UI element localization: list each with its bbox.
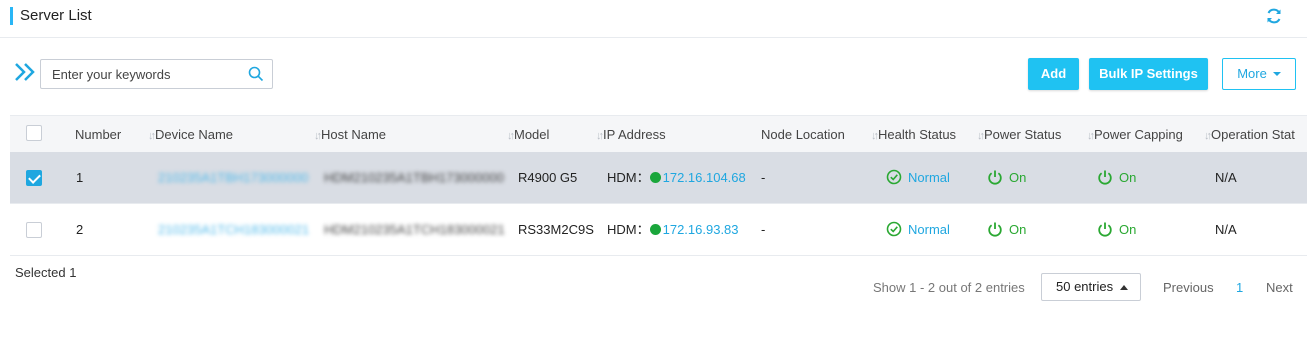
device-name-link[interactable]: 210235A1TBH173000000 [158, 152, 308, 204]
health-status: Normal [886, 204, 950, 256]
search-box [40, 59, 273, 89]
host-name: HDM210235A1TCH183000021 [324, 222, 505, 237]
expand-double-chevron-icon[interactable] [13, 62, 37, 82]
table-header: Number ↓↑ Device Name ↓↑ Host Name ↓↑ Model… [10, 115, 1307, 152]
ip-online-dot [649, 224, 661, 235]
bulk-ip-settings-button[interactable]: Bulk IP Settings [1089, 58, 1208, 90]
sort-icon: ↓↑ [596, 130, 604, 142]
title-accent-bar [10, 7, 13, 25]
sort-icon: ↓↑ [1204, 130, 1212, 142]
sort-icon: ↓↑ [977, 130, 985, 142]
ip-address-link[interactable]: 172.16.104.68 [663, 170, 746, 185]
column-header-node-location: Node Location [761, 127, 845, 142]
row-number: 1 [76, 170, 84, 185]
add-button[interactable]: Add [1028, 58, 1079, 90]
page-size-select[interactable]: 50 entries [1041, 273, 1141, 301]
sort-icon: ↓↑ [1087, 130, 1095, 142]
previous-page-button[interactable]: Previous [1163, 280, 1214, 295]
toolbar: Add Bulk IP Settings More [0, 56, 1307, 92]
column-header-number[interactable]: Number [75, 116, 121, 153]
page-size-value: 50 entries [1056, 279, 1114, 294]
row-number: 2 [76, 222, 84, 237]
select-all-checkbox[interactable] [26, 125, 42, 141]
operation-status: N/A [1215, 170, 1237, 185]
power-icon [988, 170, 1002, 185]
ip-online-dot [649, 172, 661, 183]
ip-prefix: HDM： [607, 170, 650, 185]
pagination: Show 1 - 2 out of 2 entries 50 entries P… [0, 272, 1307, 302]
sort-icon: ↓↑ [314, 130, 322, 142]
page-number-1[interactable]: 1 [1236, 280, 1243, 295]
column-header-health-status[interactable]: ↓↑ Health Status [871, 116, 956, 153]
next-page-button[interactable]: Next [1266, 280, 1293, 295]
column-header-host-name[interactable]: ↓↑ Host Name [314, 116, 386, 153]
check-circle-icon [886, 169, 902, 185]
refresh-icon[interactable] [1265, 7, 1283, 25]
column-header-ip-address[interactable]: ↓↑ IP Address [596, 116, 666, 153]
table-row[interactable]: 1 210235A1TBH173000000 HDM210235A1TBH173… [10, 152, 1307, 204]
page-header: Server List [0, 0, 1307, 38]
model: R4900 G5 [518, 170, 578, 185]
column-header-power-capping[interactable]: ↓↑ Power Capping [1087, 116, 1183, 153]
caret-down-icon [1272, 71, 1281, 76]
column-header-model[interactable]: ↓↑ Model [507, 116, 549, 153]
sort-icon: ↓↑ [148, 130, 156, 142]
ip-address-cell: HDM： 172.16.104.68 [607, 152, 746, 204]
ip-address-cell: HDM： 172.16.93.83 [607, 204, 739, 256]
column-header-operation-status[interactable]: ↓↑ Operation Stat [1204, 116, 1295, 153]
sort-icon: ↓↑ [871, 130, 879, 142]
row-checkbox[interactable] [26, 222, 42, 238]
model: RS33M2C9S [518, 222, 594, 237]
power-icon [1098, 170, 1112, 185]
power-status: On [987, 152, 1026, 204]
search-icon[interactable] [248, 66, 264, 82]
power-icon [988, 222, 1002, 237]
ip-address-link[interactable]: 172.16.93.83 [663, 222, 739, 237]
power-capping: On [1097, 204, 1136, 256]
power-status: On [987, 204, 1026, 256]
host-name: HDM210235A1TBH173000000 [324, 170, 504, 185]
power-icon [1098, 222, 1112, 237]
ip-prefix: HDM： [607, 222, 650, 237]
more-dropdown-button[interactable]: More [1222, 58, 1296, 90]
table-row[interactable]: 2 210235A1TCH183000021 HDM210235A1TCH183… [10, 204, 1307, 256]
caret-up-icon [1120, 285, 1128, 290]
node-location: - [761, 170, 766, 185]
page-title: Server List [20, 7, 92, 24]
device-name-link[interactable]: 210235A1TCH183000021 [158, 204, 309, 256]
more-label: More [1237, 66, 1267, 81]
operation-status: N/A [1215, 222, 1237, 237]
column-header-power-status[interactable]: ↓↑ Power Status [977, 116, 1061, 153]
power-capping: On [1097, 152, 1136, 204]
node-location: - [761, 222, 766, 237]
search-input[interactable] [41, 60, 241, 88]
health-status: Normal [886, 152, 950, 204]
check-circle-icon [886, 221, 902, 237]
entries-info: Show 1 - 2 out of 2 entries [873, 280, 1025, 295]
column-header-device-name[interactable]: ↓↑ Device Name [148, 116, 233, 153]
row-checkbox[interactable] [26, 170, 42, 186]
sort-icon: ↓↑ [507, 130, 515, 142]
